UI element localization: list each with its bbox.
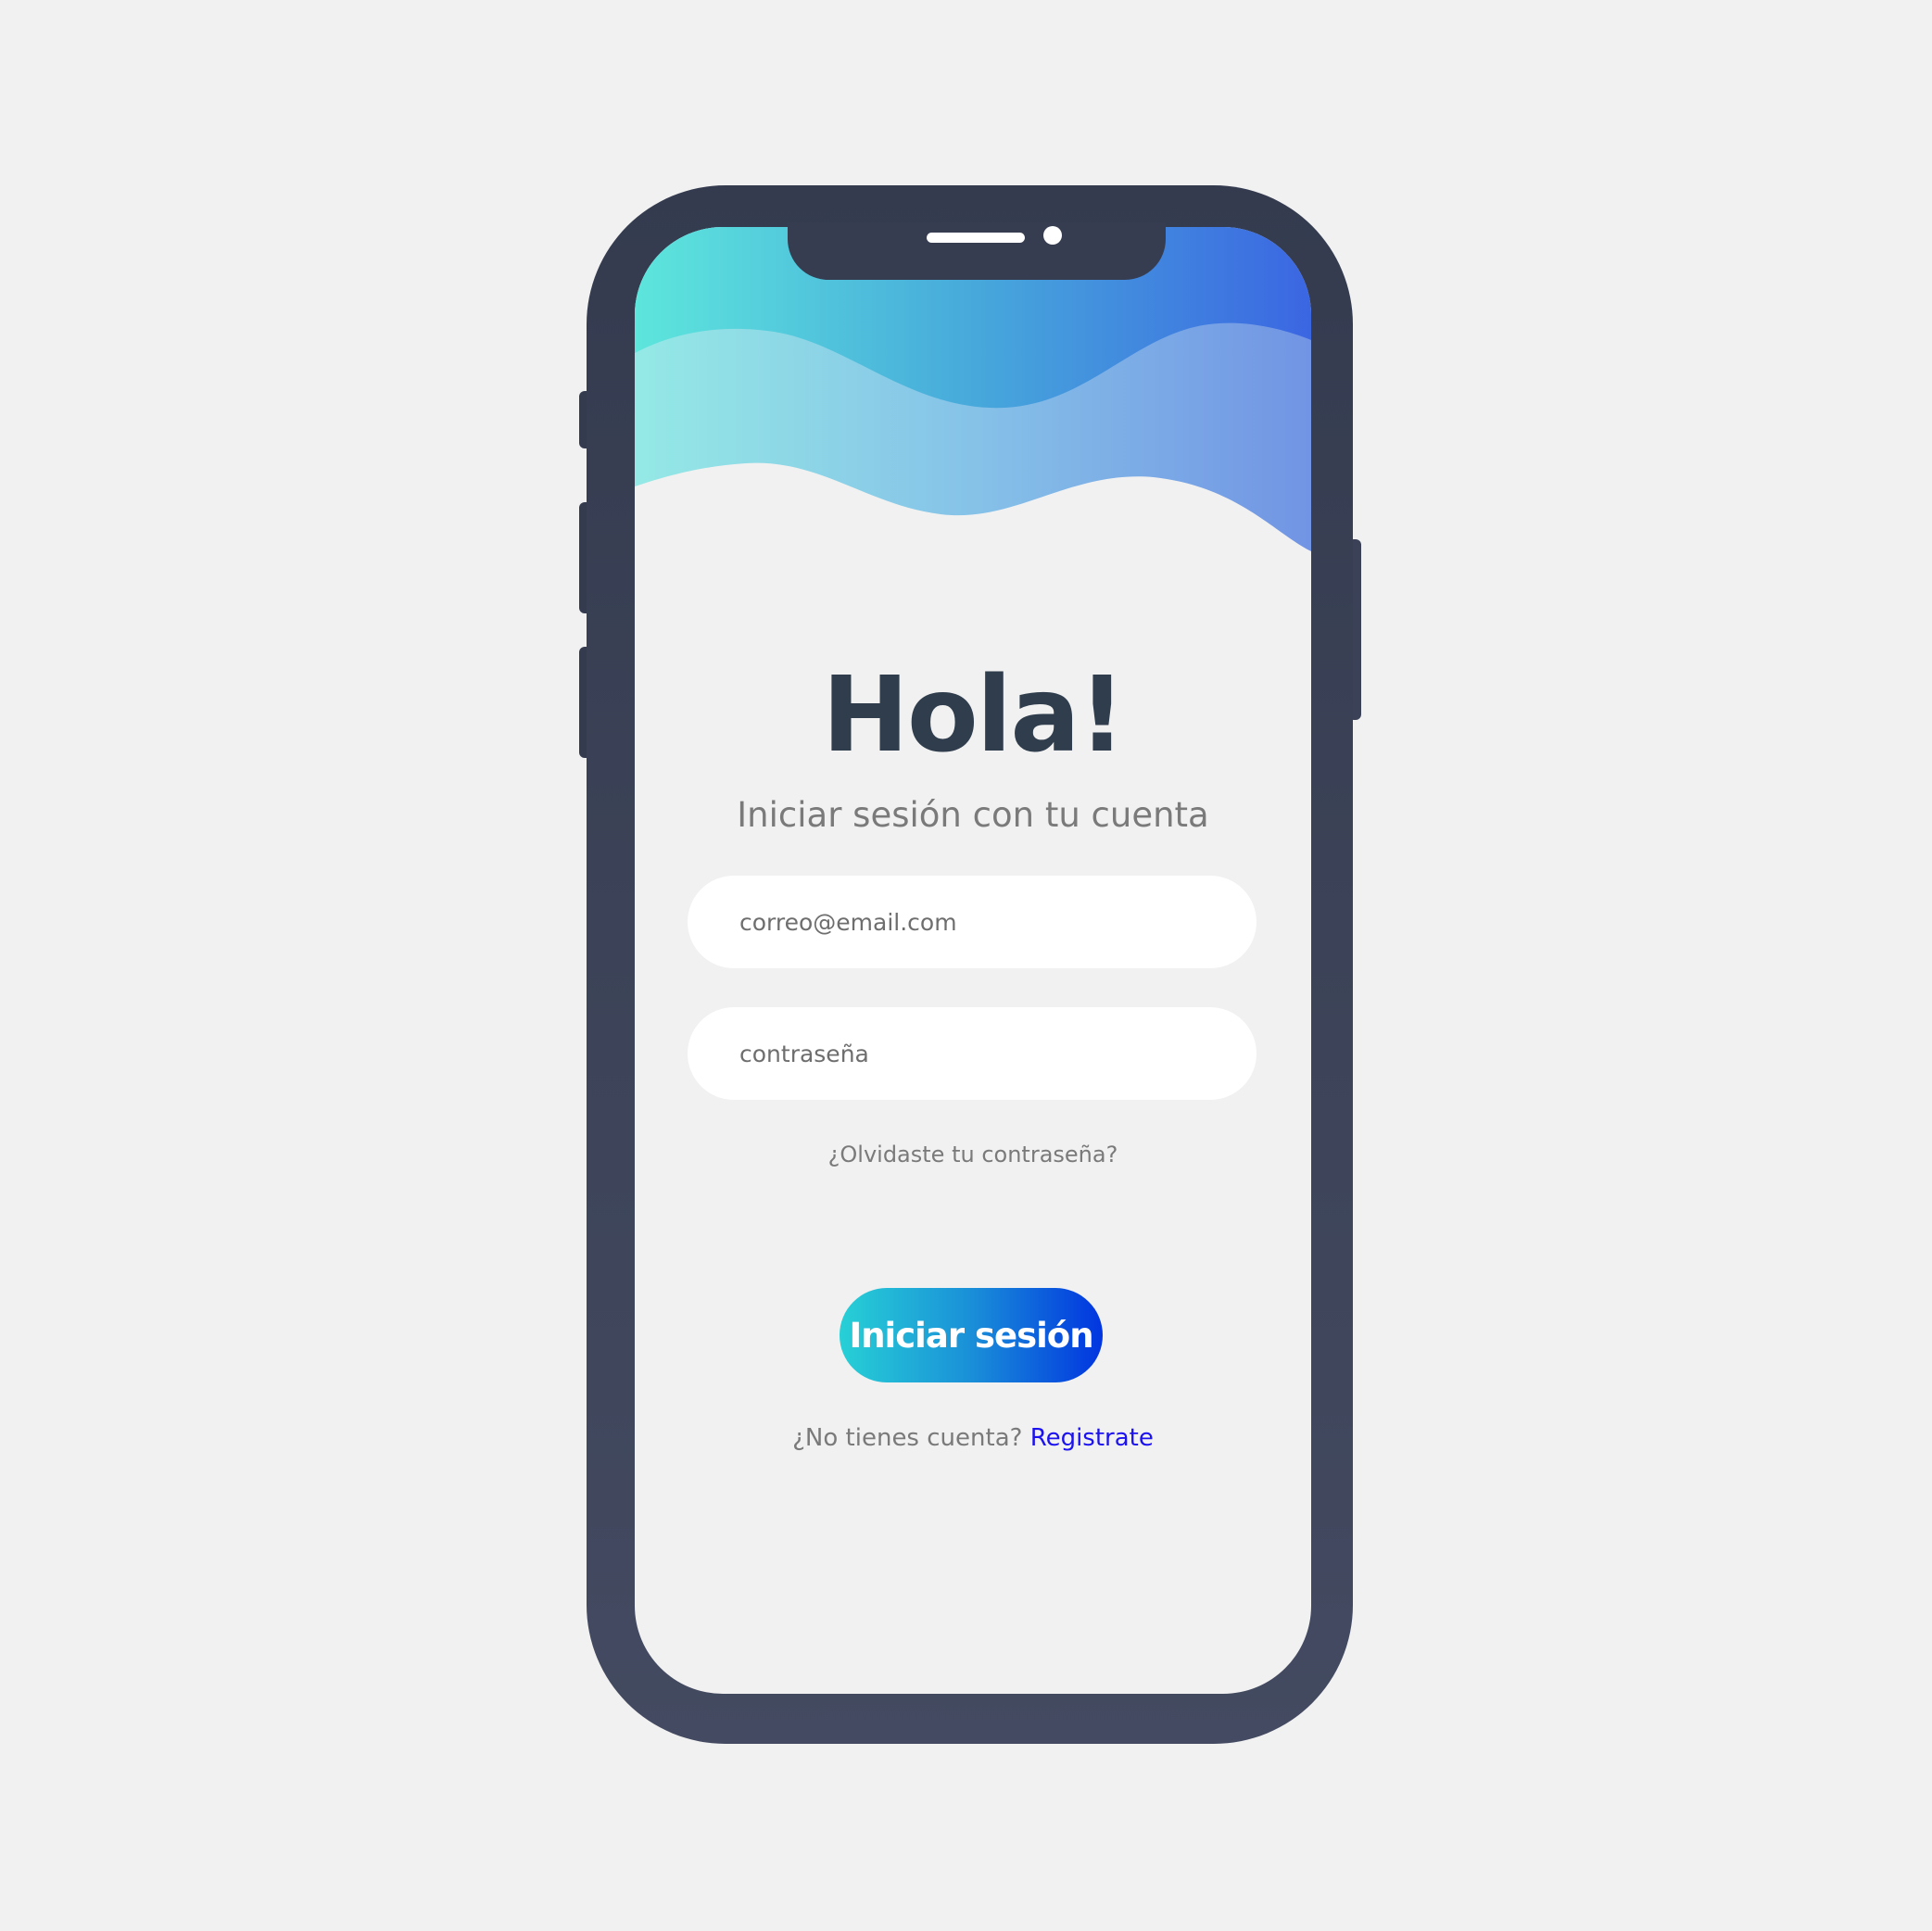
front-camera [1043,226,1062,245]
signup-prompt: ¿No tienes cuenta? Registrate [635,1424,1311,1452]
forgot-password-link[interactable]: ¿Olvidaste tu contraseña? [635,1142,1311,1167]
canvas: Hola! Iniciar sesión con tu cuenta ¿Olvi… [0,0,1932,1931]
login-button[interactable]: Iniciar sesión [840,1288,1103,1382]
phone-notch [788,222,1166,280]
login-subtitle: Iniciar sesión con tu cuenta [737,795,1209,835]
password-field[interactable] [688,1007,1256,1100]
no-account-text: ¿No tienes cuenta? [792,1424,1023,1452]
register-link[interactable]: Registrate [1030,1424,1154,1452]
password-input[interactable] [738,1039,1256,1068]
email-field[interactable] [688,876,1256,968]
greeting-title: Hola! [822,655,1126,776]
speaker-grille [927,233,1025,243]
email-input[interactable] [738,907,1256,937]
